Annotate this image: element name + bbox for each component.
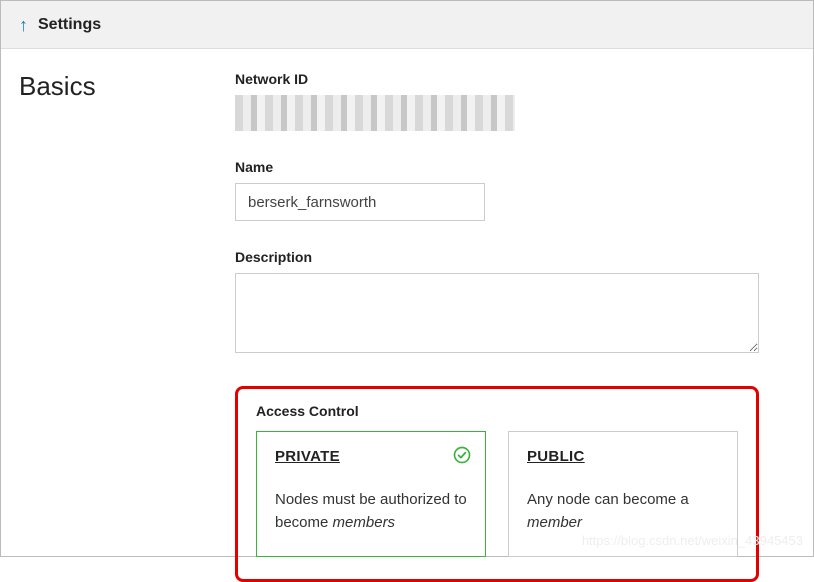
section-title-basics: Basics [19,71,219,102]
watermark-text: https://blog.csdn.net/weixin_43945453 [582,533,803,548]
name-group: Name [235,159,759,221]
private-desc: Nodes must be authorized to become membe… [275,489,467,534]
description-label: Description [235,249,759,265]
private-title: PRIVATE [275,448,467,465]
public-title: PUBLIC [527,448,719,465]
right-column: Network ID Name Description Access Contr… [219,71,795,582]
name-input[interactable] [235,183,485,221]
left-column: Basics [19,71,219,582]
access-option-private[interactable]: PRIVATE Nodes must be authorized to beco… [256,431,486,557]
name-label: Name [235,159,759,175]
up-arrow-icon[interactable]: ↑ [19,16,28,34]
access-control-highlight-box: Access Control PRIVATE Nodes must be aut… [235,386,759,582]
header-title: Settings [38,16,101,34]
settings-header: ↑ Settings [1,1,813,49]
network-id-label: Network ID [235,71,759,87]
description-group: Description [235,249,759,358]
description-textarea[interactable] [235,273,759,353]
network-id-value-redacted [235,95,515,131]
check-circle-icon [453,446,471,464]
public-desc: Any node can become a member [527,489,719,534]
network-id-group: Network ID [235,71,759,131]
content-area: Basics Network ID Name Description Acces… [1,49,813,582]
access-control-label: Access Control [256,403,738,419]
